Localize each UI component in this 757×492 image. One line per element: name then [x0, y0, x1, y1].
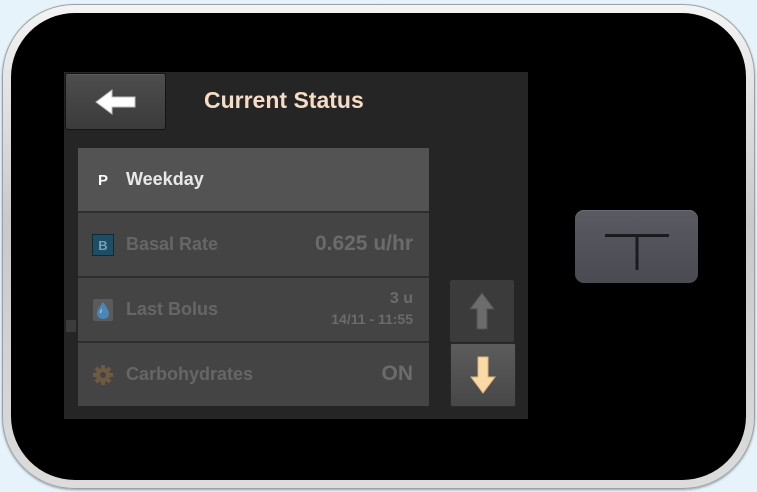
basal-rate-label: Basal Rate — [126, 234, 219, 254]
page-title: Current Status — [204, 87, 364, 113]
drop-icon — [92, 299, 114, 321]
up-arrow-icon — [469, 292, 495, 330]
profile-letter-icon: P — [92, 169, 114, 191]
status-row-basal-rate[interactable]: B Basal Rate 0.625 u/hr — [78, 213, 429, 278]
status-row-carbohydrates[interactable]: Carbohydrates ON — [78, 343, 429, 406]
back-arrow-icon — [94, 88, 135, 115]
back-button[interactable] — [65, 73, 166, 130]
status-list: P Weekday B Basal Rate 0.625 u/hr Last B… — [78, 148, 429, 406]
basal-badge-icon: B — [92, 234, 114, 256]
last-bolus-amount: 3 u — [389, 290, 413, 307]
gear-icon — [92, 364, 114, 386]
last-bolus-label: Last Bolus — [126, 299, 219, 319]
home-button[interactable] — [575, 210, 698, 283]
t-logo-icon — [604, 233, 669, 270]
status-row-last-bolus[interactable]: Last Bolus 3 u 14/11 - 11:55 — [78, 278, 429, 343]
basal-rate-value: 0.625 u/hr — [314, 232, 413, 255]
basal-badge: B — [92, 234, 114, 256]
scroll-up-button[interactable] — [450, 280, 514, 342]
carbohydrates-value: ON — [381, 362, 414, 385]
down-arrow-icon — [470, 356, 496, 394]
current-status-screen: Current Status P Weekday B Basal Rate 0.… — [64, 72, 528, 419]
carbohydrates-label: Carbohydrates — [126, 364, 254, 384]
scroll-indicator — [66, 320, 76, 332]
profile-name: Weekday — [126, 169, 204, 189]
profile-letter: P — [97, 171, 108, 189]
last-bolus-timestamp: 14/11 - 11:55 — [331, 311, 413, 327]
scroll-down-button[interactable] — [450, 343, 516, 407]
status-row-profile[interactable]: P Weekday — [78, 148, 429, 213]
